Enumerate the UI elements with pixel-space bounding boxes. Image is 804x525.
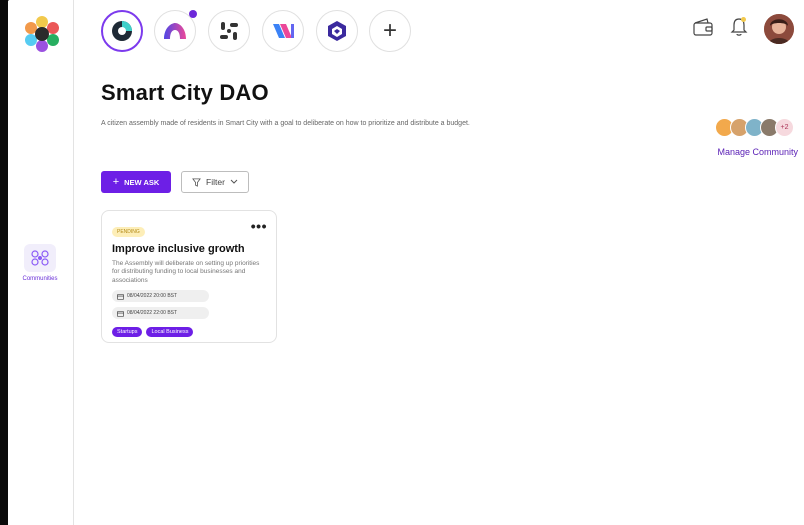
community-tab-2[interactable] bbox=[154, 10, 197, 52]
ask-start-date: 08/04/2022 20:00 BST bbox=[112, 290, 209, 303]
page-title: Smart City DAO bbox=[101, 80, 269, 105]
calendar-icon bbox=[117, 310, 124, 317]
page-description: A citizen assembly made of residents in … bbox=[101, 120, 470, 127]
date-text: 08/04/2022 22:00 BST bbox=[127, 310, 178, 317]
filter-label: Filter bbox=[206, 177, 225, 187]
member-count-badge: +2 bbox=[775, 118, 794, 137]
calendar-icon bbox=[117, 293, 124, 300]
filter-icon bbox=[192, 177, 201, 187]
community-tab-3[interactable] bbox=[208, 10, 250, 52]
manage-community-link[interactable]: Manage Community bbox=[717, 147, 798, 157]
ask-title: Improve inclusive growth bbox=[112, 243, 245, 255]
page-header: Smart City DAO A citizen assembly made o… bbox=[101, 80, 804, 127]
community-logo-icon bbox=[112, 21, 132, 41]
community-tab-4[interactable] bbox=[262, 10, 304, 52]
plus-icon: + bbox=[382, 17, 397, 44]
community-logo-icon bbox=[220, 22, 238, 40]
ask-description: The Assembly will deliberate on setting … bbox=[112, 260, 260, 284]
tag-local-business[interactable]: Local Business bbox=[146, 327, 194, 338]
filter-button[interactable]: Filter bbox=[181, 171, 249, 193]
plus-icon: + bbox=[112, 176, 120, 188]
add-community-button[interactable]: + bbox=[369, 10, 411, 52]
community-logo-icon bbox=[328, 21, 346, 41]
community-logo-icon bbox=[164, 23, 186, 39]
status-badge: PENDING bbox=[112, 227, 145, 237]
communities-icon bbox=[24, 244, 56, 272]
community-tab-1[interactable] bbox=[101, 10, 143, 52]
action-bar: + NEW ASK Filter bbox=[101, 171, 249, 193]
notification-dot bbox=[741, 16, 746, 22]
notification-dot bbox=[189, 10, 197, 18]
topbar: + bbox=[73, 0, 804, 64]
date-text: 08/04/2022 20:00 BST bbox=[127, 293, 178, 300]
member-avatars[interactable]: +2 bbox=[715, 118, 794, 137]
new-ask-label: NEW ASK bbox=[124, 177, 160, 187]
topbar-actions bbox=[692, 14, 794, 44]
app-window: Communities + Smart City DAO A citizen a… bbox=[8, 0, 804, 525]
ask-end-date: 08/04/2022 22:00 BST bbox=[112, 307, 209, 320]
sidebar: Communities bbox=[8, 0, 74, 525]
logo-icon bbox=[25, 16, 59, 52]
chevron-down-icon bbox=[230, 179, 238, 184]
ask-card[interactable]: PENDING ••• Improve inclusive growth The… bbox=[101, 210, 277, 343]
more-options-icon[interactable]: ••• bbox=[251, 219, 267, 233]
new-ask-button[interactable]: + NEW ASK bbox=[101, 171, 171, 193]
community-logo-icon bbox=[273, 24, 294, 38]
bell-icon[interactable] bbox=[730, 16, 748, 42]
user-avatar[interactable] bbox=[764, 14, 794, 44]
community-tab-5[interactable] bbox=[316, 10, 358, 52]
ask-tags: Startups Local Business bbox=[112, 327, 266, 338]
app-logo[interactable] bbox=[22, 14, 62, 54]
wallet-icon[interactable] bbox=[692, 17, 714, 42]
tag-startups[interactable]: Startups bbox=[112, 327, 143, 338]
sidebar-item-communities[interactable]: Communities bbox=[20, 244, 60, 282]
sidebar-item-label: Communities bbox=[22, 276, 58, 282]
